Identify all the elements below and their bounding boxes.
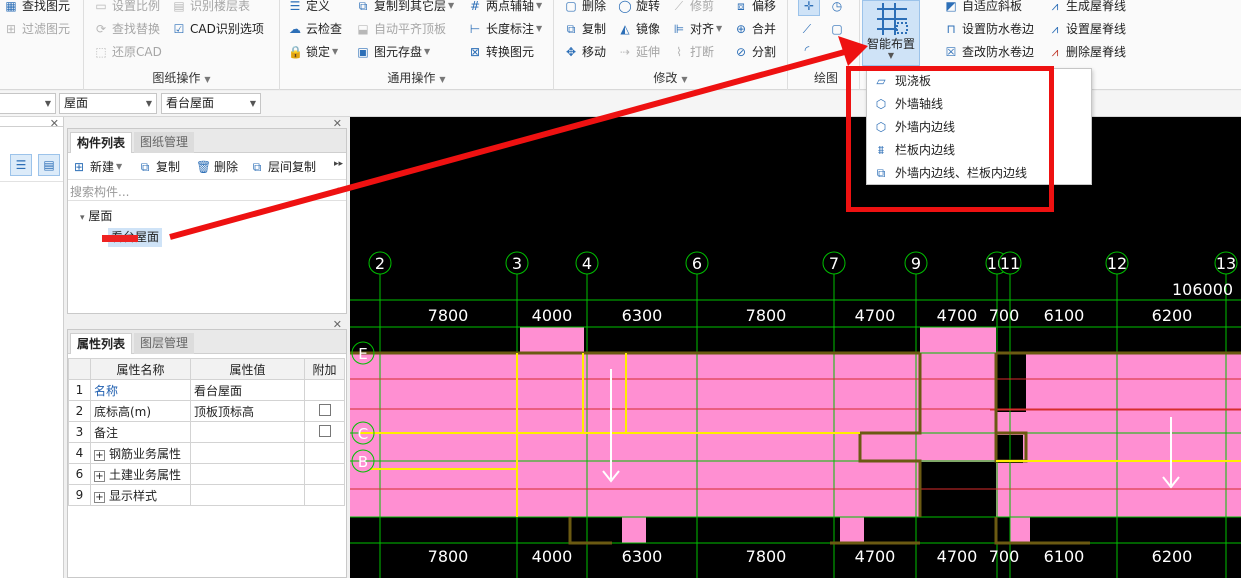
annotation-arrow <box>169 47 853 240</box>
app-window: ▦ 查找图元 ⊞ 过滤图元 ▭ 设置比例 ⟳ 查找替换 ⬚ 还原CAD ▤ 识别楼层表 ☑ C… <box>0 0 1241 578</box>
annotation-box <box>846 66 1054 212</box>
